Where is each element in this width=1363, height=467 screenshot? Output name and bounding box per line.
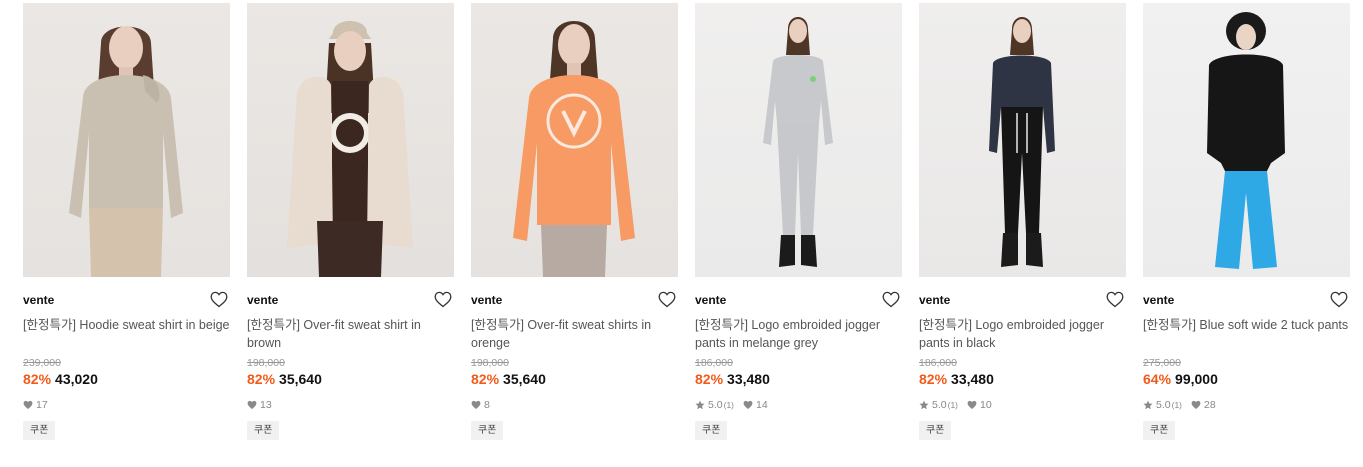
star-icon bbox=[919, 400, 929, 410]
product-name[interactable]: [한정특가] Hoodie sweat shirt in beige bbox=[23, 316, 230, 352]
product-name[interactable]: [한정특가] Over-fit sweat shirts in orenge bbox=[471, 316, 678, 352]
product-image[interactable] bbox=[23, 3, 230, 277]
heart-outline-icon[interactable] bbox=[434, 291, 452, 308]
like-count: 28 bbox=[1204, 399, 1216, 411]
original-price: 198,000 bbox=[247, 357, 285, 369]
sale-price: 99,000 bbox=[1175, 371, 1218, 387]
product-image[interactable] bbox=[695, 3, 902, 277]
original-price: 186,000 bbox=[919, 357, 957, 369]
product-image[interactable] bbox=[1143, 3, 1350, 277]
model-photo bbox=[69, 26, 183, 277]
heart-outline-icon[interactable] bbox=[658, 291, 676, 308]
product-meta: 5.0 (1) 10 bbox=[919, 397, 1126, 413]
like-count: 13 bbox=[260, 399, 272, 411]
model-photo bbox=[989, 17, 1055, 267]
product-card[interactable]: vente [한정특가] Logo embroided jogger pants… bbox=[695, 3, 902, 463]
heart-icon bbox=[471, 400, 481, 409]
brand-name[interactable]: vente bbox=[1143, 293, 1174, 307]
product-card[interactable]: vente [한정특가] Blue soft wide 2 tuck pants… bbox=[1143, 3, 1350, 463]
like-count: 8 bbox=[484, 399, 490, 411]
coupon-badge: 쿠폰 bbox=[23, 421, 56, 440]
discount-rate: 82% bbox=[23, 371, 52, 387]
sale-price: 33,480 bbox=[951, 371, 994, 387]
product-grid: vente [한정특가] Hoodie sweat shirt in beige… bbox=[0, 0, 1363, 467]
sale-price: 43,020 bbox=[55, 371, 98, 387]
brand-name[interactable]: vente bbox=[247, 293, 278, 307]
brand-name[interactable]: vente bbox=[471, 293, 502, 307]
coupon-badge: 쿠폰 bbox=[919, 421, 952, 440]
brand-name[interactable]: vente bbox=[919, 293, 950, 307]
product-card[interactable]: vente [한정특가] Logo embroided jogger pants… bbox=[919, 3, 1126, 463]
product-name[interactable]: [한정특가] Over-fit sweat shirt in brown bbox=[247, 316, 454, 352]
discount-rate: 82% bbox=[695, 371, 724, 387]
rating-score: 5.0 bbox=[1156, 399, 1171, 411]
star-icon bbox=[1143, 400, 1153, 410]
sale-price: 35,640 bbox=[279, 371, 322, 387]
coupon-badge: 쿠폰 bbox=[471, 421, 504, 440]
brand-name[interactable]: vente bbox=[23, 293, 54, 307]
star-icon bbox=[695, 400, 705, 410]
product-meta: 5.0 (1) 28 bbox=[1143, 397, 1350, 413]
rating-score: 5.0 bbox=[708, 399, 723, 411]
heart-icon bbox=[247, 400, 257, 409]
original-price: 186,000 bbox=[695, 357, 733, 369]
discount-rate: 64% bbox=[1143, 371, 1172, 387]
model-photo bbox=[287, 21, 413, 277]
discount-rate: 82% bbox=[247, 371, 276, 387]
coupon-badge: 쿠폰 bbox=[1143, 421, 1176, 440]
sale-price: 35,640 bbox=[503, 371, 546, 387]
product-meta: 17 bbox=[23, 397, 230, 413]
rating-score: 5.0 bbox=[932, 399, 947, 411]
like-count: 17 bbox=[36, 399, 48, 411]
original-price: 198,000 bbox=[471, 357, 509, 369]
coupon-badge: 쿠폰 bbox=[695, 421, 728, 440]
product-name[interactable]: [한정특가] Logo embroided jogger pants in bl… bbox=[919, 316, 1126, 352]
review-count: (1) bbox=[723, 400, 734, 410]
heart-icon bbox=[967, 400, 977, 409]
heart-outline-icon[interactable] bbox=[882, 291, 900, 308]
brand-name[interactable]: vente bbox=[695, 293, 726, 307]
heart-icon bbox=[23, 400, 33, 409]
original-price: 239,000 bbox=[23, 357, 61, 369]
model-photo bbox=[1207, 12, 1285, 269]
like-count: 14 bbox=[756, 399, 768, 411]
product-card[interactable]: vente [한정특가] Over-fit sweat shirt in bro… bbox=[247, 3, 454, 463]
model-photo bbox=[513, 21, 635, 277]
product-name[interactable]: [한정특가] Blue soft wide 2 tuck pants bbox=[1143, 316, 1350, 352]
product-meta: 8 bbox=[471, 397, 678, 413]
heart-icon bbox=[1191, 400, 1201, 409]
product-name[interactable]: [한정특가] Logo embroided jogger pants in me… bbox=[695, 316, 902, 352]
product-meta: 13 bbox=[247, 397, 454, 413]
coupon-badge: 쿠폰 bbox=[247, 421, 280, 440]
product-meta: 5.0 (1) 14 bbox=[695, 397, 902, 413]
heart-icon bbox=[743, 400, 753, 409]
discount-rate: 82% bbox=[919, 371, 948, 387]
review-count: (1) bbox=[947, 400, 958, 410]
heart-outline-icon[interactable] bbox=[210, 291, 228, 308]
like-count: 10 bbox=[980, 399, 992, 411]
heart-outline-icon[interactable] bbox=[1330, 291, 1348, 308]
discount-rate: 82% bbox=[471, 371, 500, 387]
product-image[interactable] bbox=[919, 3, 1126, 277]
product-card[interactable]: vente [한정특가] Hoodie sweat shirt in beige… bbox=[23, 3, 230, 463]
original-price: 275,000 bbox=[1143, 357, 1181, 369]
product-card[interactable]: vente [한정특가] Over-fit sweat shirts in or… bbox=[471, 3, 678, 463]
heart-outline-icon[interactable] bbox=[1106, 291, 1124, 308]
product-image[interactable] bbox=[247, 3, 454, 277]
model-photo bbox=[763, 17, 833, 267]
sale-price: 33,480 bbox=[727, 371, 770, 387]
product-image[interactable] bbox=[471, 3, 678, 277]
review-count: (1) bbox=[1171, 400, 1182, 410]
